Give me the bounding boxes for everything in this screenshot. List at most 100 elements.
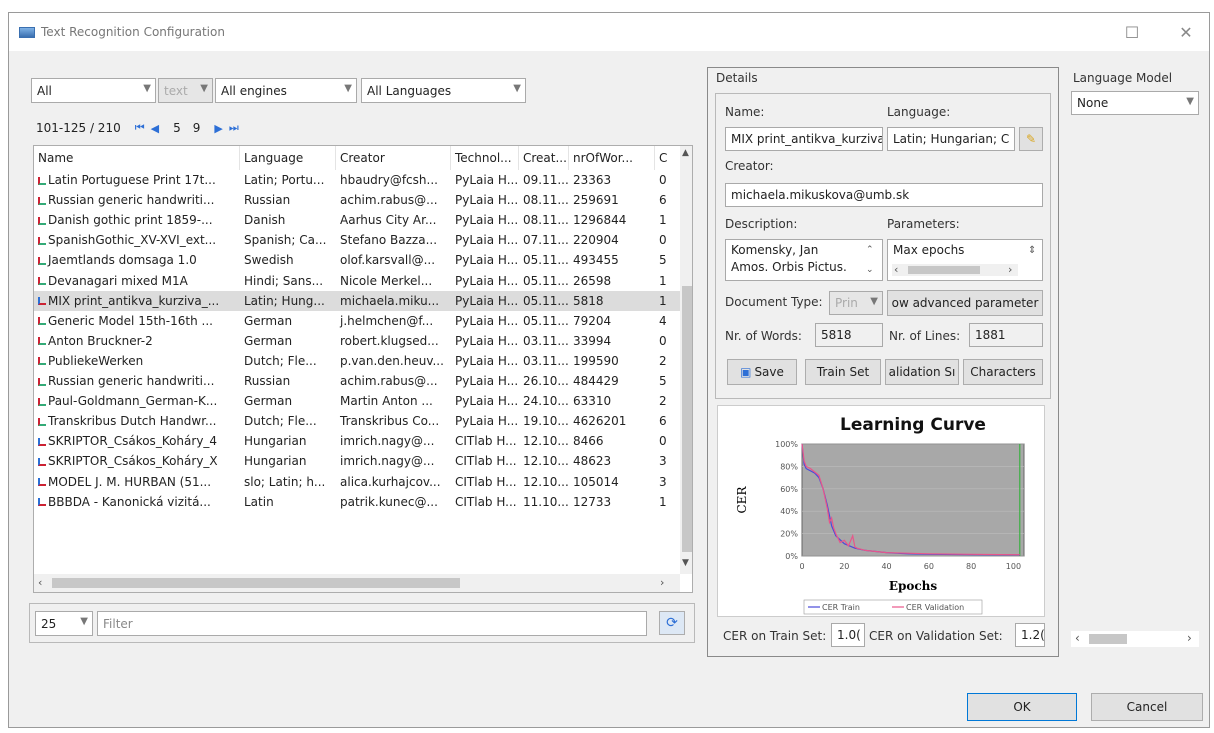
table-row[interactable]: Danish gothic print 1859-... Danish Aarhus…: [34, 210, 680, 230]
col-cer[interactable]: C: [655, 146, 680, 170]
cell-name: MIX print_antikva_kurziva_...: [34, 291, 240, 311]
cell-text: Stefano Bazza...: [340, 233, 438, 248]
language-model-hscroll[interactable]: ‹ ›: [1071, 631, 1199, 647]
ok-button[interactable]: OK: [967, 693, 1077, 721]
cell-text: robert.klugsed...: [340, 333, 439, 348]
table-row[interactable]: Latin Portuguese Print 17t... Latin; Port…: [34, 170, 680, 190]
language-field[interactable]: Latin; Hungarian; C: [887, 127, 1015, 151]
scroll-left-icon[interactable]: ‹: [38, 576, 42, 589]
table-row[interactable]: PubliekeWerken Dutch; Fle... p.van.den.heu…: [34, 351, 680, 371]
cell-words: 5818: [569, 291, 655, 311]
maximize-button[interactable]: ☐: [1109, 13, 1155, 51]
table-row[interactable]: Transkribus Dutch Handwr... Dutch; Fle...…: [34, 411, 680, 431]
prev-page-icon[interactable]: ◀: [151, 122, 159, 135]
language-model-dropdown[interactable]: None ▼: [1071, 91, 1199, 115]
scroll-up-icon[interactable]: ▲: [682, 148, 689, 158]
cell-language: German: [240, 311, 336, 331]
table-row[interactable]: SKRIPTOR_Csákos_Koháry_4 Hungarian imrich.…: [34, 431, 680, 451]
cell-cer: 4: [655, 311, 680, 331]
refresh-button[interactable]: ⟳: [659, 611, 685, 635]
cell-text: Jaemtlands domsaga 1.0: [48, 253, 197, 268]
language-model-scroll-thumb[interactable]: [1089, 634, 1127, 644]
x-tick-label: 40: [881, 562, 891, 571]
next-page-icon[interactable]: ▶: [214, 122, 222, 135]
scroll-down-icon[interactable]: ▼: [682, 558, 689, 568]
cer-train-label: CER on Train Set:: [723, 629, 827, 643]
description-field[interactable]: Komensky, Jan Amos. Orbis Pictus. ⌃ ⌄: [725, 239, 883, 281]
model-type-icon: [38, 216, 46, 225]
horizontal-scroll-thumb[interactable]: [52, 578, 460, 588]
cell-text: PyLaia H...: [455, 293, 519, 308]
col-creator[interactable]: Creator: [336, 146, 451, 170]
col-technology[interactable]: Technol...: [451, 146, 519, 170]
cancel-button[interactable]: Cancel: [1091, 693, 1203, 721]
table-row[interactable]: Devanagari mixed M1A Hindi; Sans... Nicole…: [34, 271, 680, 291]
col-created[interactable]: Creat...: [519, 146, 569, 170]
close-button[interactable]: ✕: [1163, 13, 1209, 51]
cell-words: 12733: [569, 492, 655, 512]
filter-input[interactable]: Filter: [97, 611, 647, 636]
spinner-icon[interactable]: ⇕: [1028, 242, 1036, 259]
cell-text: 23363: [573, 173, 612, 187]
cell-created: 05.11...: [519, 271, 569, 291]
cell-creator: Aarhus City Ar...: [336, 210, 451, 230]
edit-language-button[interactable]: ✎: [1019, 127, 1043, 151]
save-button[interactable]: ▣ Save: [727, 359, 797, 385]
cell-created: 24.10...: [519, 391, 569, 411]
engine-dropdown[interactable]: All engines ▼: [215, 78, 357, 103]
cell-creator: achim.rabus@...: [336, 190, 451, 210]
col-language[interactable]: Language: [240, 146, 336, 170]
table-row[interactable]: MODEL J. M. HURBAN (51... slo; Latin; h..…: [34, 472, 680, 492]
table-row[interactable]: Anton Bruckner-2 German robert.klugsed... P…: [34, 331, 680, 351]
col-words[interactable]: nrOfWor...: [569, 146, 655, 170]
parameters-hscroll[interactable]: ‹ ›: [892, 261, 1018, 278]
scroll-up-icon[interactable]: ⌃: [866, 242, 874, 259]
col-name[interactable]: Name: [34, 146, 240, 170]
scroll-right-icon[interactable]: ›: [660, 576, 664, 589]
cell-text: 8466: [573, 434, 604, 449]
name-field[interactable]: MIX print_antikva_kurziva: [725, 127, 883, 151]
cell-technology: PyLaia H...: [451, 230, 519, 250]
scope-dropdown[interactable]: All ▼: [31, 78, 156, 103]
last-page-icon[interactable]: ⏭: [229, 121, 239, 135]
first-page-icon[interactable]: ⏮: [135, 121, 145, 135]
table-row[interactable]: Russian generic handwriti... Russian achim…: [34, 371, 680, 391]
cell-text: PubliekeWerken: [48, 353, 144, 368]
horizontal-scrollbar[interactable]: ‹ ›: [34, 574, 680, 592]
table-row[interactable]: MIX print_antikva_kurziva_... Latin; Hung…: [34, 290, 680, 311]
cell-text: 05.11...: [523, 293, 569, 308]
table-row[interactable]: SKRIPTOR_Csákos_Koháry_X Hungarian imrich.…: [34, 451, 680, 471]
language-filter-dropdown[interactable]: All Languages ▼: [361, 78, 526, 103]
cell-text: 26.10...: [523, 374, 569, 388]
page-current[interactable]: 5: [173, 121, 181, 135]
parameters-scroll-thumb[interactable]: [908, 266, 980, 274]
table-row[interactable]: Generic Model 15th-16th ... German j.helmc…: [34, 311, 680, 331]
creator-field[interactable]: michaela.mikuskova@umb.sk: [725, 183, 1043, 207]
table-row[interactable]: SpanishGothic_XV-XVI_ext... Spanish; Ca..…: [34, 230, 680, 250]
train-set-button[interactable]: Train Set: [805, 359, 881, 385]
learning-curve-chart: Learning Curve CER Epochs 0% 20% 40% 60% 80% 100…: [717, 405, 1045, 617]
table-row[interactable]: Paul-Goldmann_German-K... German Martin An…: [34, 391, 680, 411]
cell-text: Latin; Hung...: [244, 293, 325, 308]
table-row[interactable]: BBBDA - Kanonická vizitá... Latin patrik.k…: [34, 492, 680, 512]
cell-text: Transkribus Dutch Handwr...: [48, 414, 217, 429]
cell-created: 12.10...: [519, 431, 569, 451]
scroll-right-icon[interactable]: ›: [1008, 261, 1012, 278]
cell-text: PyLaia H...: [455, 414, 519, 429]
scroll-left-icon[interactable]: ‹: [894, 261, 898, 278]
page-size-dropdown[interactable]: 25 ▼: [35, 611, 93, 636]
cell-technology: PyLaia H...: [451, 351, 519, 371]
cell-text: Anton Bruckner-2: [48, 333, 153, 348]
table-row[interactable]: Jaemtlands domsaga 1.0 Swedish olof.karsva…: [34, 250, 680, 270]
table-row[interactable]: Russian generic handwriti... Russian achim…: [34, 190, 680, 210]
characters-button[interactable]: Characters: [963, 359, 1043, 385]
scroll-left-icon[interactable]: ‹: [1075, 631, 1080, 645]
parameters-field[interactable]: Max epochs ⇕ ‹ ›: [887, 239, 1043, 281]
vertical-scrollbar[interactable]: ▲ ▼: [680, 146, 692, 574]
x-tick-label: 0: [799, 562, 804, 571]
vertical-scroll-thumb[interactable]: [682, 286, 692, 552]
scroll-down-icon[interactable]: ⌄: [866, 262, 874, 279]
advanced-parameters-button[interactable]: ow advanced parameter: [887, 290, 1043, 316]
scroll-right-icon[interactable]: ›: [1187, 631, 1192, 645]
validation-set-button[interactable]: alidation Sı: [885, 359, 959, 385]
